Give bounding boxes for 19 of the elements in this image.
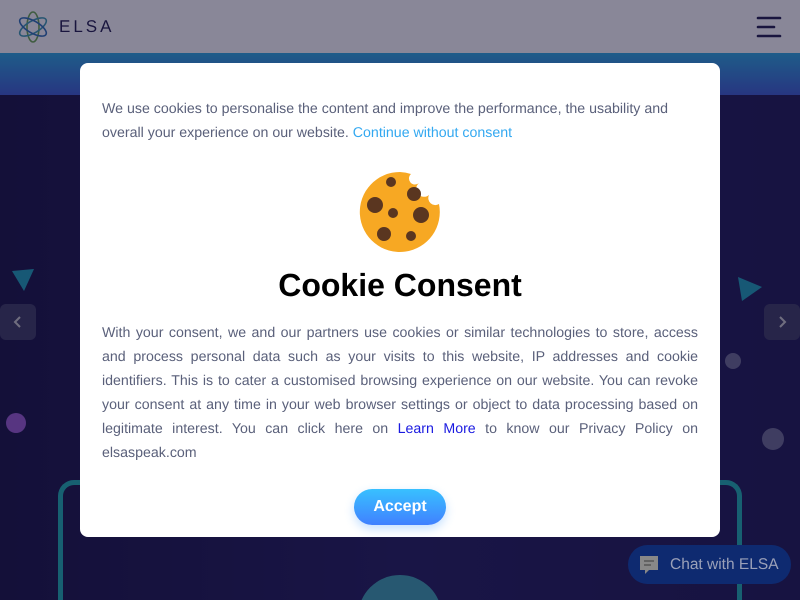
consent-text: With your consent, we and our partners use cookies or similar technologies to store, access and process personal data such as your visits to this website, IP addresses and cookie identifiers. This is to cater a customised browsing experience on our website. You can revoke your consent at any time in your web browser settings or object to data processing based on legitimate interest. You can click here on Learn More to know our Privacy Policy on elsaspeak.com [102,324,698,463]
intro-text: We use cookies to personalise the content and improve the performance, the usability and overall your experience on our website. Continue without consent [102,100,669,143]
chat-icon [638,554,660,576]
triangle-icon [10,267,36,293]
logo-text: ELSA [59,16,114,36]
triangle-icon [736,275,764,303]
cookie-icon [359,171,441,253]
accept-button[interactable]: Accept [354,489,446,525]
next-button[interactable] [764,304,800,340]
circle-shape [6,413,26,433]
chat-button[interactable]: Chat with ELSA [628,545,791,584]
dialog-title: Cookie Consent [278,266,522,305]
circle-shape [725,353,741,369]
continue-link[interactable]: Continue without consent [352,125,512,141]
learn-more-link[interactable]: Learn More [398,421,476,437]
circle-shape [762,428,784,450]
chat-label: Chat with ELSA [670,556,779,574]
menu-icon[interactable] [756,16,782,38]
previous-button[interactable] [0,304,36,340]
